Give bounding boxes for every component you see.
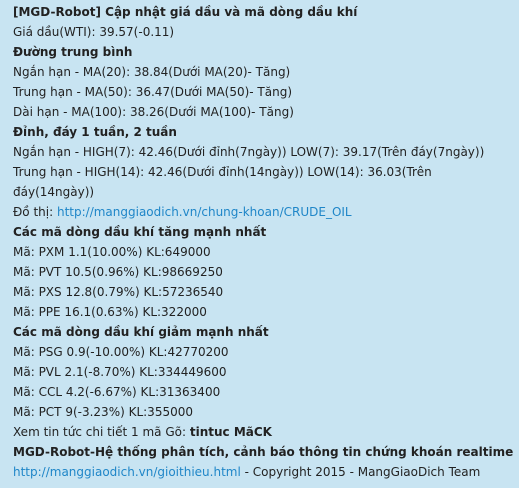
peak-short-term: Ngắn hạn - HIGH(7): 42.46(Dưới đỉnh(7ngà… bbox=[13, 145, 485, 159]
peak-trough-heading: Đỉnh, đáy 1 tuần, 2 tuần bbox=[13, 125, 177, 139]
loser-row: Mã: PVL 2.1(-8.70%) KL:334449600 bbox=[13, 365, 227, 379]
ma-mid-term: Trung hạn - MA(50): 36.47(Dưới MA(50)- T… bbox=[13, 85, 293, 99]
oil-price: Giá dầu(WTI): 39.57(-0.11) bbox=[13, 25, 175, 39]
loser-row: Mã: PSG 0.9(-10.00%) KL:42770200 bbox=[13, 345, 229, 359]
footer-copyright: - Copyright 2015 - MangGiaoDich Team bbox=[240, 465, 481, 479]
chart-line: Đồ thị: http://manggiaodich.vn/chung-kho… bbox=[13, 202, 513, 222]
gainer-row: Mã: PXM 1.1(10.00%) KL:649000 bbox=[13, 245, 211, 259]
loser-row: Mã: CCL 4.2(-6.67%) KL:31363400 bbox=[13, 385, 221, 399]
ma-short-term: Ngắn hạn - MA(20): 38.84(Dưới MA(20)- Tă… bbox=[13, 65, 291, 79]
detail-prefix: Xem tin tức chi tiết 1 mã Gõ: bbox=[13, 425, 190, 439]
footer-line: http://manggiaodich.vn/gioithieu.html - … bbox=[13, 462, 513, 482]
gainer-row: Mã: PVT 10.5(0.96%) KL:98669250 bbox=[13, 265, 223, 279]
chat-message: [MGD-Robot] Cập nhật giá dầu và mã dòng … bbox=[0, 0, 519, 488]
detail-command: tintuc MãCK bbox=[189, 425, 272, 439]
top-gainers-heading: Các mã dòng dầu khí tăng mạnh nhất bbox=[13, 225, 267, 239]
message-title: [MGD-Robot] Cập nhật giá dầu và mã dòng … bbox=[13, 5, 358, 19]
ma-long-term: Dài hạn - MA(100): 38.26(Dưới MA(100)- T… bbox=[13, 105, 294, 119]
loser-row: Mã: PCT 9(-3.23%) KL:355000 bbox=[13, 405, 193, 419]
chart-label: Đồ thị: bbox=[13, 205, 57, 219]
top-losers-heading: Các mã dòng dầu khí giảm mạnh nhất bbox=[13, 325, 269, 339]
chart-link[interactable]: http://manggiaodich.vn/chung-khoan/CRUDE… bbox=[57, 205, 352, 219]
detail-hint: Xem tin tức chi tiết 1 mã Gõ: tintuc MãC… bbox=[13, 422, 513, 442]
footer-title: MGD-Robot-Hệ thống phân tích, cảnh báo t… bbox=[13, 445, 514, 459]
peak-mid-term: Trung hạn - HIGH(14): 42.46(Dưới đỉnh(14… bbox=[13, 165, 432, 199]
gainer-row: Mã: PPE 16.1(0.63%) KL:322000 bbox=[13, 305, 207, 319]
gainer-row: Mã: PXS 12.8(0.79%) KL:57236540 bbox=[13, 285, 224, 299]
moving-average-heading: Đường trung bình bbox=[13, 45, 133, 59]
footer-link[interactable]: http://manggiaodich.vn/gioithieu.html bbox=[13, 465, 241, 479]
